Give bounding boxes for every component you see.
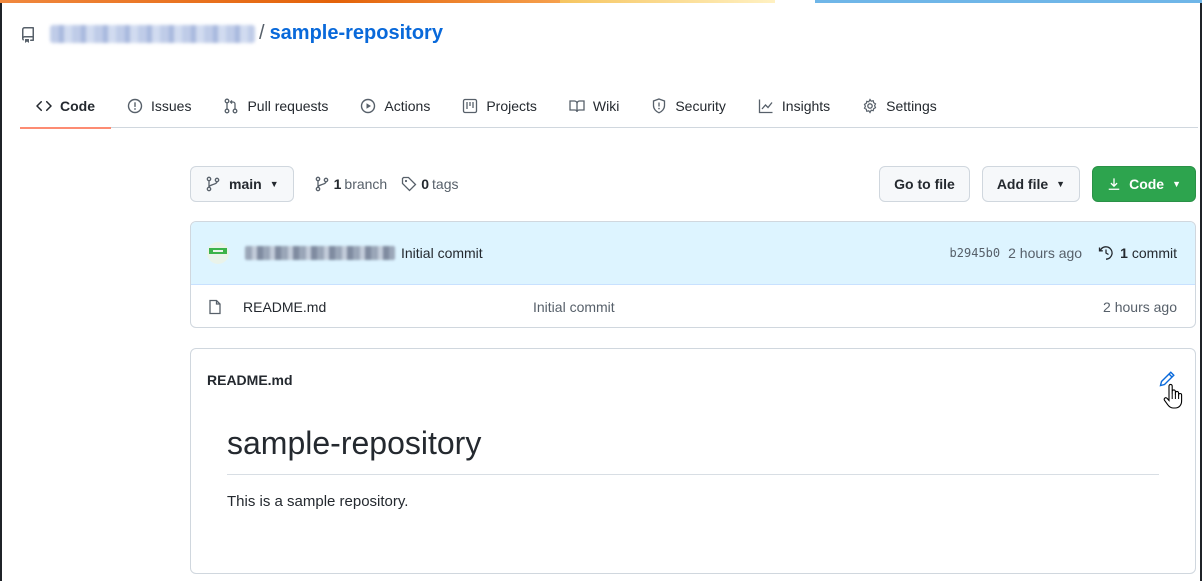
hand-cursor-icon <box>1163 383 1183 409</box>
repo-icon <box>20 26 36 43</box>
readme-header: README.md <box>191 349 1195 411</box>
play-icon <box>360 98 376 114</box>
caret-down-icon: ▼ <box>1172 179 1181 189</box>
history-icon <box>1098 245 1114 261</box>
add-file-label: Add file <box>996 176 1049 192</box>
tab-label: Issues <box>151 98 192 114</box>
file-list: Initial commit b2945b0 2 hours ago 1 com… <box>190 221 1196 328</box>
repo-header: / sample-repository <box>20 22 443 45</box>
tab-label: Wiki <box>592 98 620 114</box>
commit-time: 2 hours ago <box>1008 245 1083 261</box>
path-separator: / <box>259 22 265 44</box>
issue-icon <box>127 98 143 114</box>
graph-icon <box>758 98 774 114</box>
tab-code[interactable]: Code <box>20 84 111 129</box>
tab-security[interactable]: Security <box>635 84 742 128</box>
branches-link[interactable]: 1 branch <box>314 176 388 192</box>
book-icon <box>569 98 585 114</box>
readme-text: This is a sample repository. <box>227 493 409 510</box>
git-branch-icon <box>205 176 221 192</box>
tag-count: 0 <box>421 176 430 192</box>
tab-issues[interactable]: Issues <box>111 84 207 128</box>
commit-author-link[interactable] <box>245 246 395 260</box>
tab-actions[interactable]: Actions <box>344 84 446 128</box>
tab-label: Actions <box>384 98 431 114</box>
go-to-file-label: Go to file <box>894 176 955 192</box>
repo-name-link[interactable]: sample-repository <box>270 22 443 45</box>
tab-pull-requests[interactable]: Pull requests <box>207 84 344 128</box>
caret-down-icon: ▼ <box>269 179 279 189</box>
latest-commit-row: Initial commit b2945b0 2 hours ago 1 com… <box>191 222 1195 285</box>
branch-name: main <box>229 176 262 192</box>
readme-filename: README.md <box>207 372 293 388</box>
go-to-file-button[interactable]: Go to file <box>879 166 970 202</box>
readme-panel: README.md sample-repository This is a sa… <box>190 348 1196 574</box>
pull-request-icon <box>223 98 239 114</box>
commit-word: commit <box>1131 245 1177 261</box>
branch-count: 1 <box>333 176 342 192</box>
readme-content: sample-repository This is a sample repos… <box>191 411 1195 510</box>
tab-wiki[interactable]: Wiki <box>553 84 635 128</box>
add-file-button[interactable]: Add file ▼ <box>981 166 1081 202</box>
tab-label: Pull requests <box>247 98 329 114</box>
tab-projects[interactable]: Projects <box>446 84 553 128</box>
top-accent-bar <box>0 0 1202 3</box>
tab-insights[interactable]: Insights <box>742 84 846 128</box>
tab-label: Settings <box>886 98 937 114</box>
tab-settings[interactable]: Settings <box>846 84 953 128</box>
commit-meta: b2945b0 2 hours ago 1 commit <box>950 245 1177 261</box>
commit-count: 1 <box>1120 245 1128 261</box>
tag-word: tags <box>432 176 459 192</box>
repo-tabs: Code Issues Pull requests Actions Projec… <box>20 84 1198 129</box>
file-icon <box>207 299 223 315</box>
branch-word: branch <box>344 176 388 192</box>
tab-label: Insights <box>781 98 831 114</box>
repo-owner-link[interactable] <box>50 24 255 43</box>
file-name-link[interactable]: README.md <box>243 299 533 315</box>
avatar[interactable] <box>207 242 229 264</box>
caret-down-icon: ▼ <box>1056 179 1066 189</box>
code-download-button[interactable]: Code ▼ <box>1092 166 1196 202</box>
tab-label: Code <box>60 98 95 114</box>
project-icon <box>462 98 478 114</box>
tab-label: Security <box>675 98 726 114</box>
file-time: 2 hours ago <box>1103 298 1177 315</box>
code-button-label: Code <box>1129 176 1165 192</box>
file-commit-message-link[interactable]: Initial commit <box>533 299 615 315</box>
branch-select-button[interactable]: main ▼ <box>190 166 294 202</box>
commit-history-link[interactable]: 1 commit <box>1098 245 1177 261</box>
code-icon <box>36 98 52 114</box>
toolbar-actions: Go to file Add file ▼ Code ▼ <box>879 166 1196 202</box>
commit-sha-link[interactable]: b2945b0 <box>950 246 1001 260</box>
download-icon <box>1107 177 1121 191</box>
gear-icon <box>862 98 878 114</box>
tab-label: Projects <box>486 98 537 114</box>
commit-message-link[interactable]: Initial commit <box>401 245 483 261</box>
git-branch-icon <box>314 176 330 192</box>
tags-link[interactable]: 0 tags <box>401 176 458 192</box>
shield-icon <box>651 98 667 114</box>
tag-icon <box>401 176 417 192</box>
table-row[interactable]: README.md Initial commit 2 hours ago <box>191 285 1195 327</box>
branch-toolbar: main ▼ 1 branch 0 tags Go to file Add fi… <box>190 166 1196 202</box>
readme-title: sample-repository <box>227 425 1159 475</box>
